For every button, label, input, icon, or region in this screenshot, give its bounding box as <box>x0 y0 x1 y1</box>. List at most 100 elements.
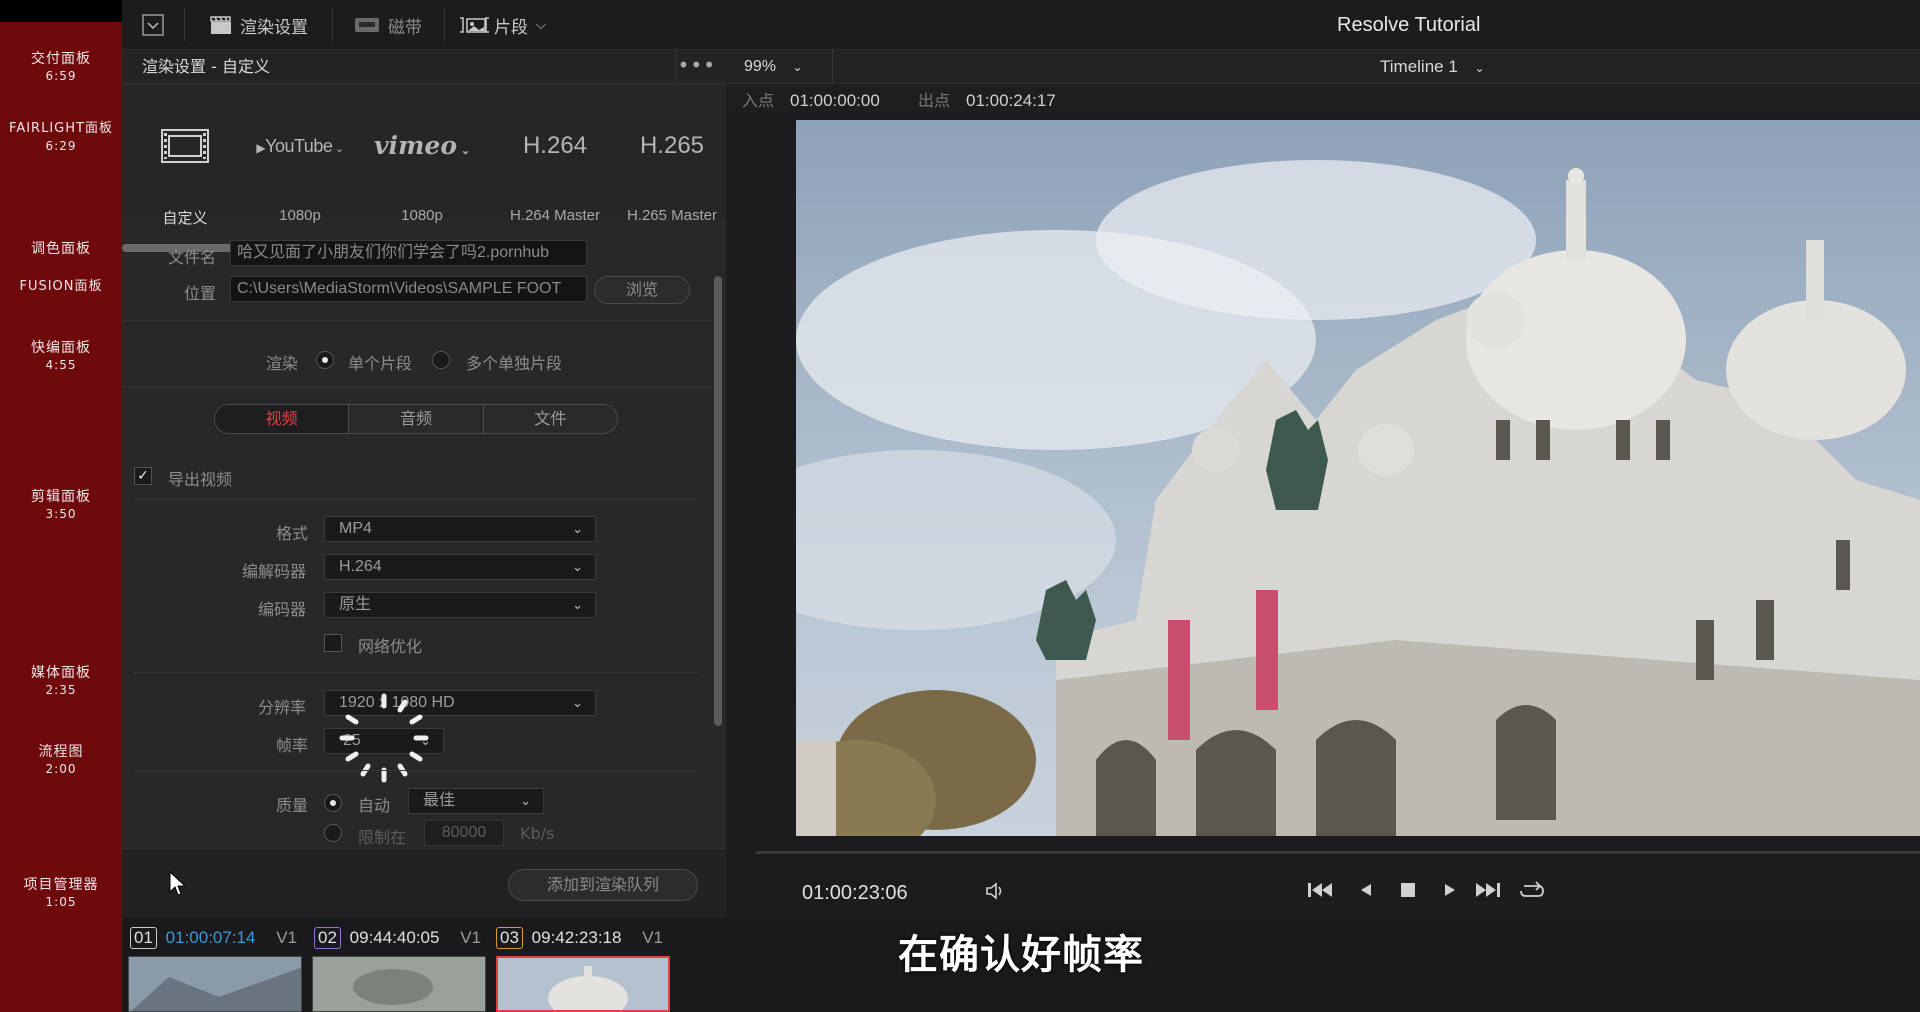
h264-logo: H.264 <box>522 132 588 159</box>
divider <box>122 320 712 321</box>
chapter-label: 快编面板 <box>31 340 91 356</box>
render-panel-footer: 添加到渲染队列 <box>122 848 726 918</box>
format-select[interactable]: MP4 ⌄ <box>324 516 596 542</box>
preset-h264[interactable]: H.264 H.264 Master <box>490 84 620 224</box>
chapter-label: 调色面板 <box>31 241 91 257</box>
preset-custom[interactable]: 自定义 <box>125 84 245 227</box>
preset-vimeo[interactable]: vimeo ⌄ 1080p <box>362 84 482 224</box>
browse-button[interactable]: 浏览 <box>594 276 690 304</box>
quality-auto-radio[interactable] <box>324 794 342 812</box>
render-panel-title: 渲染设置 - 自定义 <box>142 57 270 76</box>
chapter-time: 3:50 <box>45 507 77 521</box>
chevron-down-icon: ⌄ <box>572 559 583 574</box>
tab-audio[interactable]: 音频 <box>349 405 484 433</box>
encoder-select[interactable]: 原生 ⌄ <box>324 592 596 618</box>
quality-select[interactable]: 最佳 ⌄ <box>408 788 544 814</box>
viewer-panel: 99% ⌄ Timeline 1 ⌄ 入点 01:00:00:00 出点 01:… <box>726 50 1920 918</box>
divider <box>832 50 833 84</box>
codec-select[interactable]: H.264 ⌄ <box>324 554 596 580</box>
divider <box>134 498 700 499</box>
chevron-down-icon: ⌄ <box>572 695 583 710</box>
chapter-item[interactable]: 剪辑面板 3:50 <box>0 488 122 522</box>
codec-value: H.264 <box>339 558 382 575</box>
bitrate-unit: Kb/s <box>520 824 555 843</box>
chapter-time: 1:05 <box>45 895 77 909</box>
chapter-time: 2:00 <box>45 762 77 776</box>
scrub-bar[interactable] <box>756 851 1920 854</box>
tab-file[interactable]: 文件 <box>484 405 617 433</box>
panel-toggle-button[interactable] <box>142 0 164 50</box>
divider <box>134 770 700 771</box>
location-input[interactable]: C:\Users\MediaStorm\Videos\SAMPLE FOOT <box>230 276 587 302</box>
chapter-label: 交付面板 <box>31 51 91 67</box>
tab-video[interactable]: 视频 <box>215 405 350 433</box>
render-settings-button[interactable]: 渲染设置 <box>210 0 308 50</box>
zoom-value: 99% <box>744 58 777 75</box>
clip-header: 01 01:00:07:14 V1 <box>130 926 297 950</box>
preset-caption: H.265 Master <box>626 207 718 224</box>
filename-input[interactable]: 哈又见面了小朋友们你们学会了吗2.pornhub <box>230 240 587 266</box>
clip-thumbnail[interactable] <box>312 956 486 1012</box>
top-toolbar: 渲染设置 磁带 片段 ⌵ Resolve Tutorial <box>122 0 1920 50</box>
preset-caption: 1080p <box>401 207 443 224</box>
clips-button[interactable]: 片段 ⌵ <box>458 0 546 50</box>
export-video-checkbox[interactable]: ✓ <box>134 467 152 485</box>
play-reverse-icon[interactable] <box>1352 880 1380 906</box>
preset-youtube[interactable]: ▶YouTube ⌄ 1080p <box>240 84 360 224</box>
clip-thumbnail[interactable] <box>128 956 302 1012</box>
quality-value: 最佳 <box>423 792 456 809</box>
chapter-item[interactable]: 项目管理器 1:05 <box>0 876 122 910</box>
render-panel-header: 渲染设置 - 自定义 ••• <box>122 50 726 84</box>
chapter-item[interactable]: 快编面板 4:55 <box>0 339 122 373</box>
volume-icon[interactable] <box>982 880 1010 906</box>
chevron-down-icon: ⌵ <box>536 17 546 33</box>
render-multiple-radio[interactable] <box>432 351 450 369</box>
tape-button[interactable]: 磁带 <box>354 0 422 50</box>
format-label: 格式 <box>276 524 309 543</box>
current-timecode: 01:00:23:06 <box>802 882 908 904</box>
jump-to-start-icon[interactable] <box>1306 880 1334 906</box>
chapter-item[interactable]: FAIRLIGHT面板 6:29 <box>0 120 122 154</box>
clip-thumbnail-selected[interactable] <box>496 956 670 1012</box>
zoom-select[interactable]: 99% ⌄ <box>744 50 803 84</box>
render-single-radio[interactable] <box>316 351 334 369</box>
preset-caption: H.264 Master <box>509 207 601 224</box>
clip-timecode: 01:00:07:14 <box>165 928 256 947</box>
in-out-bar: 入点 01:00:00:00 出点 01:00:24:17 <box>726 84 1920 118</box>
preset-h265[interactable]: H.265 H.265 Master <box>612 84 732 224</box>
format-value: MP4 <box>339 520 372 537</box>
play-icon[interactable] <box>1436 880 1464 906</box>
clip-track: V1 <box>276 928 297 947</box>
chapter-item[interactable]: 媒体面板 2:35 <box>0 664 122 698</box>
chapter-item[interactable]: 流程图 2:00 <box>0 743 122 777</box>
tape-icon <box>355 18 379 32</box>
chapter-item[interactable]: 交付面板 6:59 <box>0 50 122 84</box>
scrollbar-thumb[interactable] <box>714 276 722 726</box>
video-frame[interactable] <box>796 120 1920 836</box>
encoder-label: 编码器 <box>258 600 307 619</box>
add-to-render-queue-button[interactable]: 添加到渲染队列 <box>508 869 698 901</box>
stop-icon[interactable] <box>1394 880 1422 906</box>
chapter-label: FAIRLIGHT面板 <box>9 121 113 136</box>
out-point-label: 出点 <box>918 91 951 110</box>
more-options-icon[interactable]: ••• <box>678 50 716 80</box>
network-opt-checkbox[interactable] <box>324 634 342 652</box>
chapter-label: 媒体面板 <box>31 665 91 681</box>
timeline-select[interactable]: Timeline 1 ⌄ <box>1380 50 1485 85</box>
quality-label: 质量 <box>276 796 309 815</box>
bitrate-input[interactable]: 80000 <box>424 820 504 846</box>
out-point-value: 01:00:24:17 <box>966 91 1056 110</box>
framerate-label: 帧率 <box>276 736 309 755</box>
loop-icon[interactable] <box>1518 880 1546 906</box>
viewer-header: 99% ⌄ Timeline 1 ⌄ <box>726 50 1920 84</box>
divider <box>122 386 712 387</box>
render-panel-scrollbar[interactable] <box>712 226 724 726</box>
quality-limit-radio[interactable] <box>324 824 342 842</box>
network-opt-label: 网络优化 <box>358 637 423 656</box>
jump-to-end-icon[interactable] <box>1474 880 1502 906</box>
export-video-label: 导出视频 <box>168 470 233 489</box>
chapter-item[interactable]: 调色面板 <box>0 240 122 258</box>
chapter-item[interactable]: FUSION面板 <box>0 278 122 296</box>
in-point-label: 入点 <box>742 91 775 110</box>
video-subtitle: 在确认好帧率 <box>898 932 1144 978</box>
